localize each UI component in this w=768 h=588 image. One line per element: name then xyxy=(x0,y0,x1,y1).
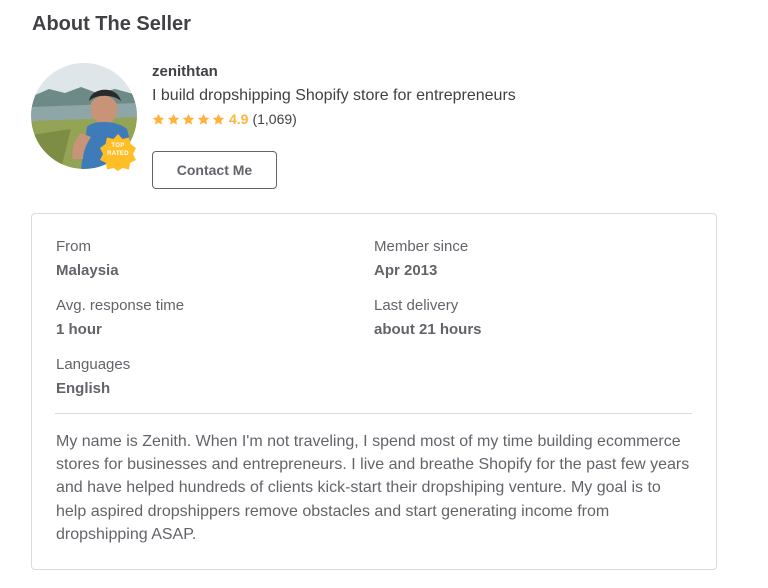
stat-from-label: From xyxy=(56,238,91,255)
stat-member-since-value: Apr 2013 xyxy=(374,262,438,279)
stat-last-delivery: Last delivery about 21 hours xyxy=(374,296,482,340)
seller-info: zenithtan I build dropshipping Shopify s… xyxy=(152,62,516,129)
section-title: About The Seller xyxy=(32,13,191,35)
star-icon xyxy=(182,113,195,125)
stat-last-delivery-label: Last delivery xyxy=(374,297,459,314)
stat-response-time-label: Avg. response time xyxy=(56,297,185,314)
stat-languages-label: Languages xyxy=(56,356,131,373)
badge-line-2: RATED xyxy=(107,151,129,157)
stat-response-time: Avg. response time 1 hour xyxy=(56,296,184,340)
stat-member-since-label: Member since xyxy=(374,238,469,255)
star-icon xyxy=(212,113,225,125)
seller-description: My name is Zenith. When I'm not travelin… xyxy=(56,433,690,543)
stats-divider xyxy=(55,413,692,414)
rating-row: 4.9 (1,069) xyxy=(152,109,516,129)
contact-me-button[interactable]: Contact Me xyxy=(152,151,277,189)
seller-stats-card: From Malaysia Member since Apr 2013 Avg.… xyxy=(31,213,717,570)
seller-avatar-container[interactable]: TOP RATED xyxy=(31,63,137,171)
stat-languages-value: English xyxy=(56,380,111,397)
star-icon xyxy=(197,113,210,125)
stat-languages: Languages English xyxy=(56,355,130,399)
stat-response-time-value: 1 hour xyxy=(56,321,102,338)
top-rated-badge-icon: TOP RATED xyxy=(99,133,137,171)
badge-line-1: TOP xyxy=(111,143,125,149)
stat-member-since: Member since Apr 2013 xyxy=(374,237,468,281)
stat-last-delivery-value: about 21 hours xyxy=(374,321,482,338)
rating-count[interactable]: (1,069) xyxy=(252,111,296,127)
star-icon xyxy=(167,113,180,125)
seller-username[interactable]: zenithtan xyxy=(152,62,516,82)
seller-tagline: I build dropshipping Shopify store for e… xyxy=(152,87,516,104)
rating-score: 4.9 xyxy=(229,111,249,127)
star-icon xyxy=(152,113,165,125)
stat-from: From Malaysia xyxy=(56,237,119,281)
stat-from-value: Malaysia xyxy=(56,262,119,279)
